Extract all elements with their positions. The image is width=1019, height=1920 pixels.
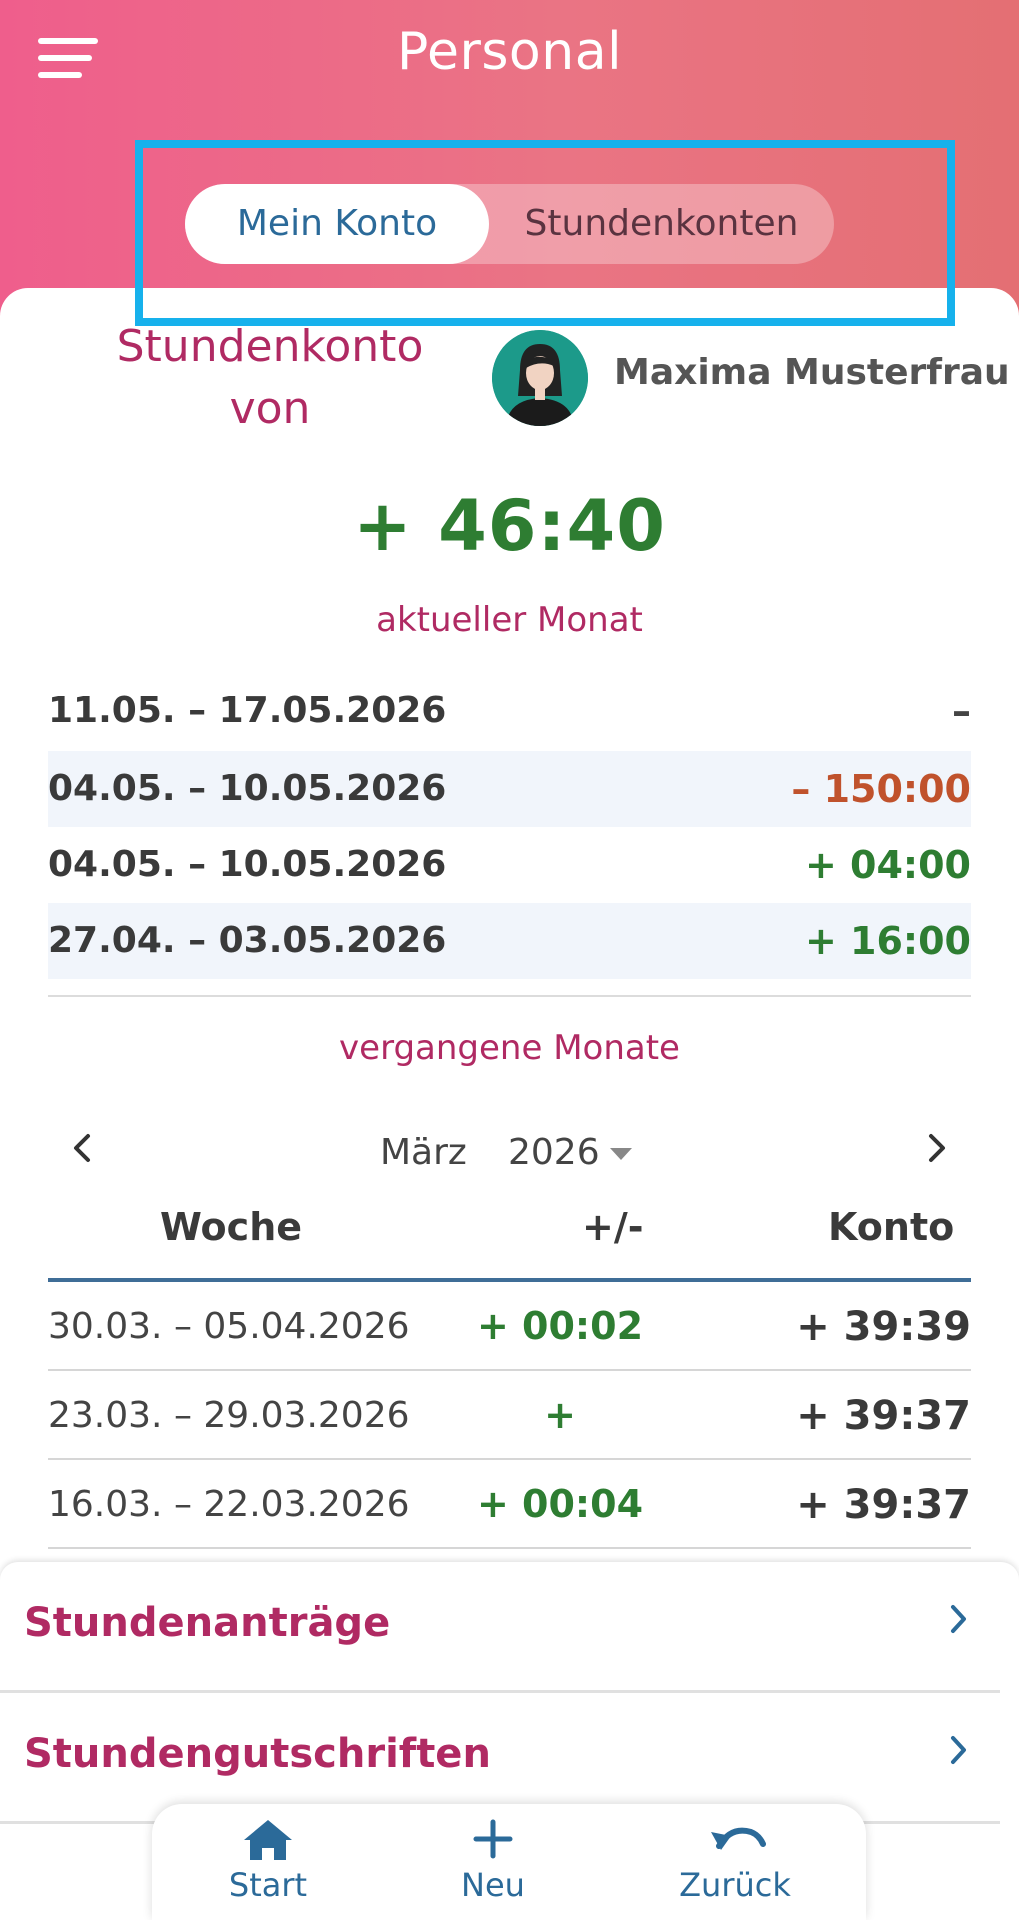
link-stundengutschriften[interactable]: Stundengutschriften bbox=[0, 1693, 1000, 1821]
week-value: – 150:00 bbox=[791, 767, 971, 811]
chevron-right-icon bbox=[948, 1729, 970, 1778]
nav-zurueck[interactable]: Zurück bbox=[635, 1804, 835, 1920]
row-delta: + bbox=[544, 1393, 576, 1437]
column-header-delta: +/- bbox=[582, 1205, 644, 1249]
week-range: 11.05. – 17.05.2026 bbox=[48, 690, 447, 731]
year-value: 2026 bbox=[508, 1132, 600, 1173]
row-konto: + 39:39 bbox=[796, 1304, 971, 1350]
nav-start[interactable]: Start bbox=[168, 1804, 368, 1920]
row-konto: + 39:37 bbox=[796, 1482, 971, 1528]
header-bar: Personal Mein Konto Stundenkonten bbox=[0, 0, 1019, 330]
row-konto: + 39:37 bbox=[796, 1393, 971, 1439]
week-range: 04.05. – 10.05.2026 bbox=[48, 844, 447, 885]
week-range: 27.04. – 03.05.2026 bbox=[48, 920, 447, 961]
row-delta: + 00:02 bbox=[476, 1304, 644, 1348]
table-row[interactable]: 16.03. – 22.03.2026 + 00:04 + 39:37 bbox=[48, 1462, 971, 1550]
caret-down-icon bbox=[609, 1148, 632, 1160]
row-divider bbox=[48, 1547, 971, 1549]
column-header-konto: Konto bbox=[828, 1205, 955, 1249]
row-divider bbox=[48, 1369, 971, 1371]
plus-icon bbox=[393, 1816, 593, 1862]
nav-zurueck-label: Zurück bbox=[679, 1866, 791, 1904]
divider bbox=[48, 995, 971, 997]
week-value: + 04:00 bbox=[804, 843, 971, 887]
month-label: März bbox=[380, 1132, 467, 1173]
nav-start-label: Start bbox=[228, 1866, 308, 1904]
account-balance: + 46:40 bbox=[353, 485, 666, 567]
tab-mein-konto[interactable]: Mein Konto bbox=[185, 184, 489, 264]
week-row[interactable]: 11.05. – 17.05.2026 – bbox=[48, 673, 971, 749]
home-icon bbox=[168, 1816, 368, 1862]
current-month-label: aktueller Monat bbox=[376, 600, 643, 640]
past-months-label: vergangene Monate bbox=[339, 1028, 680, 1068]
chevron-right-icon[interactable] bbox=[925, 1128, 949, 1178]
row-week: 16.03. – 22.03.2026 bbox=[48, 1484, 410, 1525]
week-range: 04.05. – 10.05.2026 bbox=[48, 768, 447, 809]
account-title-line2: von bbox=[229, 383, 311, 434]
row-week: 30.03. – 05.04.2026 bbox=[48, 1306, 410, 1347]
week-value: – bbox=[952, 689, 971, 733]
week-value: + 16:00 bbox=[804, 919, 971, 963]
table-row[interactable]: 23.03. – 29.03.2026 + + 39:37 bbox=[48, 1373, 971, 1461]
nav-neu[interactable]: Neu bbox=[393, 1804, 593, 1920]
avatar-icon bbox=[492, 330, 588, 426]
tab-switch: Mein Konto Stundenkonten bbox=[185, 184, 834, 264]
link-label: Stundengutschriften bbox=[24, 1731, 491, 1777]
chevron-right-icon bbox=[948, 1598, 970, 1647]
link-label: Stundenanträge bbox=[24, 1600, 391, 1646]
chevron-left-icon[interactable] bbox=[70, 1128, 94, 1178]
table-row[interactable]: 30.03. – 05.04.2026 + 00:02 + 39:39 bbox=[48, 1284, 971, 1372]
account-title: Stundenkonto von bbox=[80, 316, 460, 440]
page-title: Personal bbox=[396, 22, 623, 82]
table-header-line bbox=[48, 1278, 971, 1282]
nav-neu-label: Neu bbox=[461, 1866, 525, 1904]
tab-stundenkonten[interactable]: Stundenkonten bbox=[489, 184, 834, 264]
row-week: 23.03. – 29.03.2026 bbox=[48, 1395, 410, 1436]
avatar bbox=[492, 330, 588, 426]
undo-icon bbox=[635, 1816, 835, 1862]
account-title-line1: Stundenkonto bbox=[116, 321, 424, 372]
bottom-nav: Start Neu Zurück bbox=[152, 1804, 866, 1920]
year-select[interactable]: 2026 bbox=[508, 1132, 632, 1173]
week-row[interactable]: 04.05. – 10.05.2026 – 150:00 bbox=[48, 751, 971, 827]
link-stundenantraege[interactable]: Stundenanträge bbox=[0, 1562, 1000, 1690]
week-row[interactable]: 04.05. – 10.05.2026 + 04:00 bbox=[48, 827, 971, 903]
week-row[interactable]: 27.04. – 03.05.2026 + 16:00 bbox=[48, 903, 971, 979]
row-divider bbox=[48, 1458, 971, 1460]
user-name: Maxima Musterfrau bbox=[614, 352, 1010, 393]
row-delta: + 00:04 bbox=[476, 1482, 644, 1526]
column-header-woche: Woche bbox=[160, 1205, 303, 1249]
